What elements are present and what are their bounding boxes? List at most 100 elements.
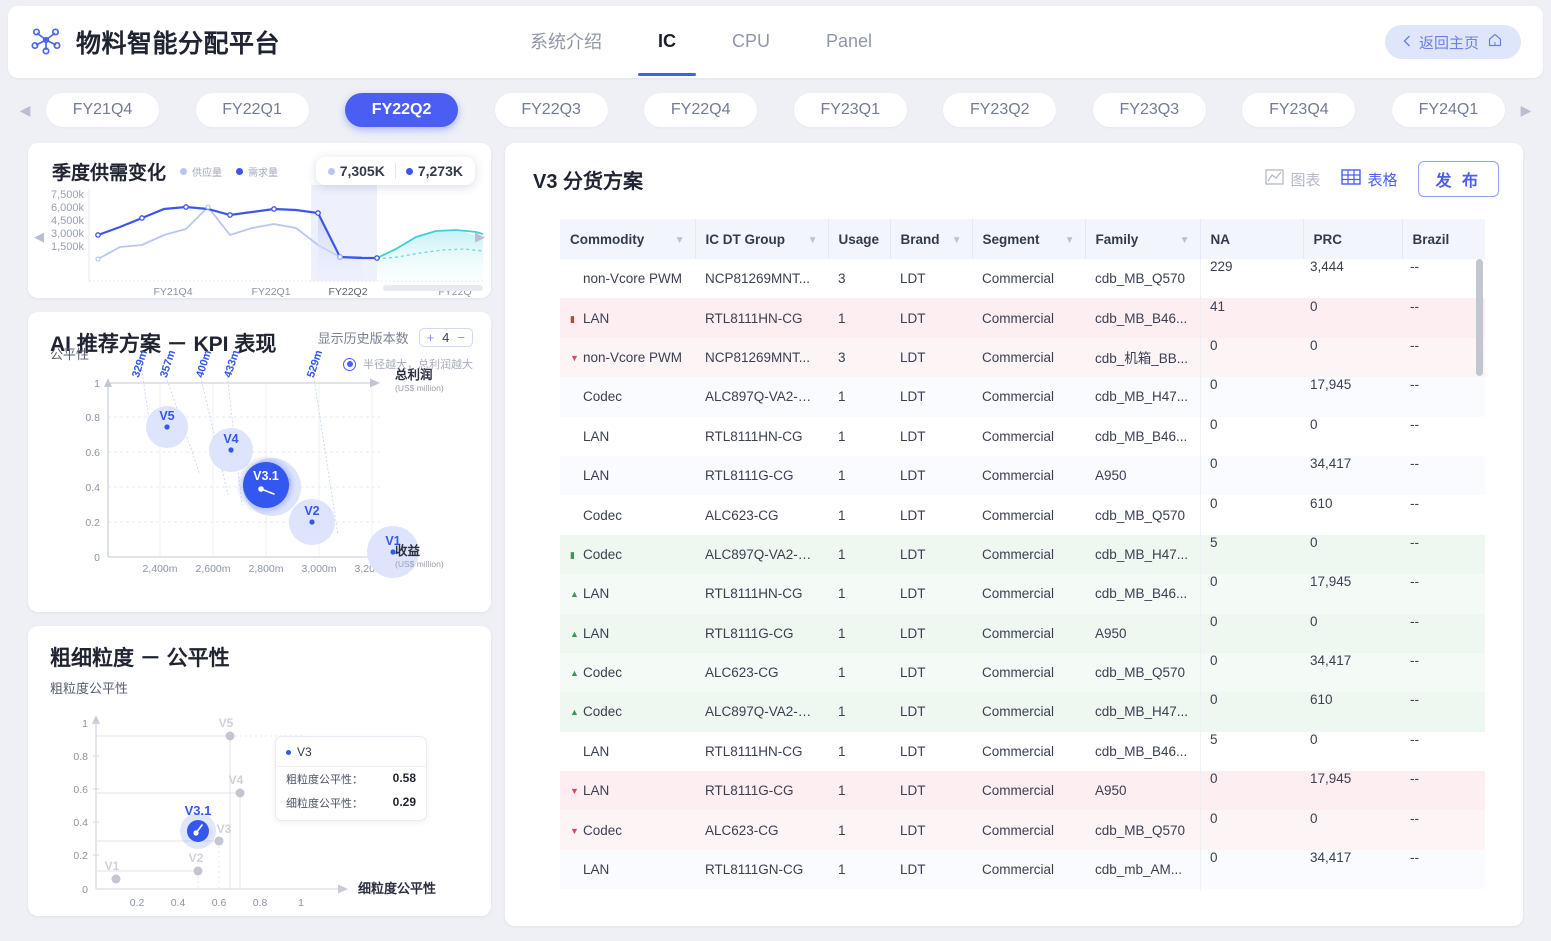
quarter-pill-fy23q2[interactable]: FY23Q2 [943,93,1057,127]
quarter-pill-fy23q4[interactable]: FY23Q4 [1242,93,1356,127]
table-row[interactable]: ▼ LAN RTL8111G-CG 1 LDT Commercial A950 [560,771,1485,811]
kpi-bubble-plot: 1 0.8 0.6 0.4 0.2 0 2,400m 2,600m 2,800m 3,000… [85,364,444,578]
svg-text:0.2: 0.2 [130,897,145,909]
table-row[interactable]: Codec ALC897Q-VA2-CG 1 LDT Commercial cdb_MB_… [560,377,1485,417]
quarter-pill-fy23q3[interactable]: FY23Q3 [1092,93,1206,127]
chart-icon [1264,169,1284,189]
cell-usage: 1 [838,468,846,484]
numeric-prc: 610 [1310,889,1410,891]
legend-demand-label: 需求量 [248,167,279,179]
col-brand[interactable]: Brand ▼ [890,219,973,259]
cell-brazil [1402,614,1485,653]
cell-segment: Commercial [982,783,1055,799]
chart-next-icon[interactable]: ▶ [475,229,485,245]
stepper-plus-button[interactable]: + [427,330,435,345]
cell-brazil [1402,771,1485,810]
cell-brazil [1402,810,1485,849]
svg-text:FY21Q4: FY21Q4 [153,286,192,297]
table-row[interactable]: ▼ Codec ALC623-CG 1 LDT Commercial cdb_MB_Q570 [560,810,1485,850]
allocation-table-wrap[interactable]: Commodity ▼ IC DT Group ▼ Usage Brand ▼ Seg… [560,219,1485,891]
table-row[interactable]: ▼ non-Vcore PWM NCP81269MNT... 3 LDT Commerci… [560,337,1485,378]
publish-button[interactable]: 发 布 [1417,161,1499,197]
quarter-prev-icon[interactable]: ◀ [8,102,42,119]
col-brazil[interactable]: Brazil [1402,219,1485,259]
col-usage[interactable]: Usage [828,219,891,259]
svg-text:4,500k: 4,500k [51,215,85,227]
quarter-pill-fy21q4[interactable]: FY21Q4 [46,93,159,127]
svg-text:0.4: 0.4 [85,482,100,494]
cell-prc [1303,732,1402,771]
tab-cpu[interactable]: CPU [730,23,772,62]
cell-na [1200,456,1303,495]
tab-ic[interactable]: IC [638,23,696,76]
cell-usage: 1 [838,665,846,681]
table-row[interactable]: non-Vcore PWM NCP81269MNT... 3 LDT Commercia… [560,259,1485,298]
cell-brand: LDT [900,546,926,562]
cell-brazil [1402,574,1485,613]
table-row[interactable]: ▮ Codec ALC897Q-VA2-CG 1 LDT Commercial cdb_MB… [560,534,1485,575]
table-row[interactable]: ▲ Codec ALC897Q-VA2-CG 1 LDT Commercial cdb_MB… [560,692,1485,732]
cell-brazil [1402,653,1485,692]
table-row[interactable]: ▲ LAN RTL8111HN-CG 1 LDT Commercial cdb_MB_B46… [560,574,1485,614]
stepper-minus-button[interactable]: − [457,330,465,345]
tooltip-divider [394,163,396,179]
svg-text:V4: V4 [223,432,238,446]
filter-icon-commodity[interactable]: ▼ [675,235,685,246]
cell-segment: Commercial [982,507,1055,523]
col-commodity[interactable]: Commodity ▼ [560,219,696,259]
svg-text:0.8: 0.8 [73,751,88,763]
tooltip-supply-value-item: 7,305K [327,163,385,179]
cell-commodity: ▲ LAN [570,586,610,602]
quarter-next-icon[interactable]: ▶ [1509,102,1543,119]
col-na[interactable]: NA [1200,219,1304,259]
cell-brand: LDT [900,507,926,523]
svg-text:FY22Q1: FY22Q1 [251,286,290,297]
quarter-pill-fy22q2[interactable]: FY22Q2 [345,93,459,127]
allocation-table-body: non-Vcore PWM NCP81269MNT... 3 LDT Commercia… [560,259,1485,890]
table-row[interactable]: LAN RTL8111G-CG 1 LDT Commercial A950 [560,455,1485,496]
col-segment[interactable]: Segment ▼ [972,219,1086,259]
svg-text:1,500k: 1,500k [51,241,85,253]
quarter-pill-fy22q1[interactable]: FY22Q1 [195,93,309,127]
granularity-card: 粗细粒度 － 公平性 粗粒度公平性 1 0.8 0.6 0.4 0.2 0 0.… [28,626,491,916]
filter-icon-family[interactable]: ▼ [1180,235,1190,246]
table-scrollbar[interactable] [1476,259,1483,891]
back-to-home-button[interactable]: 返回主页 [1384,25,1521,59]
view-chart-toggle[interactable]: 图表 [1264,169,1321,190]
filter-icon-segment[interactable]: ▼ [1065,235,1075,246]
table-row[interactable]: ▮ LAN RTL8111HN-CG 1 LDT Commercial cdb_MB_B46… [560,298,1485,338]
chart-prev-icon[interactable]: ◀ [34,229,44,245]
svg-text:2,400m: 2,400m [142,563,177,575]
table-row[interactable]: ▲ Codec ALC623-CG 1 LDT Commercial cdb_MB_Q570 [560,652,1485,693]
col-prc[interactable]: PRC [1303,219,1403,259]
col-ic-dt-group-label: IC DT Group [705,231,786,247]
view-table-toggle[interactable]: 表格 [1340,169,1398,190]
cell-segment: Commercial [982,625,1055,641]
table-row[interactable]: LAN RTL8111HN-CG 1 LDT Commercial cdb_MB_B46.… [560,732,1485,771]
cell-commodity: ▲ LAN [570,625,610,641]
svg-text:0.6: 0.6 [73,784,88,796]
table-row[interactable]: ▲ LAN RTL8111G-CG 1 LDT Commercial A950 [560,613,1485,653]
row-marker-icon: ▲ [570,628,579,639]
row-marker-icon: ▲ [570,707,579,718]
quarter-pill-fy24q1[interactable]: FY24Q1 [1391,93,1505,127]
svg-text:V5: V5 [159,409,174,423]
table-row[interactable]: Codec ALC623-CG 1 LDT Commercial cdb_MB_Q570 [560,495,1485,534]
filter-icon-ic-dt-group[interactable]: ▼ [808,235,818,246]
tab-panel[interactable]: Panel [824,23,874,62]
cell-brazil [1402,338,1485,377]
tab-system-intro[interactable]: 系统介绍 [528,20,604,64]
table-row[interactable]: LAN RTL8111HN-CG 1 LDT Commercial cdb_MB_B46.… [560,417,1485,456]
filter-icon-brand[interactable]: ▼ [952,235,962,246]
col-family[interactable]: Family ▼ [1085,219,1201,259]
history-count-stepper[interactable]: + 4 − [418,328,473,347]
table-row[interactable]: LAN RTL8111GN-CG 1 LDT Commercial cdb_mb_AM..… [560,849,1485,890]
quarter-pill-fy23q1[interactable]: FY23Q1 [793,93,907,127]
col-ic-dt-group[interactable]: IC DT Group ▼ [695,219,829,259]
quarter-pill-fy22q4[interactable]: FY22Q4 [644,93,758,127]
cell-na [1200,417,1303,456]
cell-na [1200,771,1303,810]
quarter-pill-fy22q3[interactable]: FY22Q3 [494,93,608,127]
table-scrollbar-thumb[interactable] [1476,259,1483,376]
granularity-tooltip-row-coarse: 粗粒度公平性： 0.58 [276,767,426,791]
